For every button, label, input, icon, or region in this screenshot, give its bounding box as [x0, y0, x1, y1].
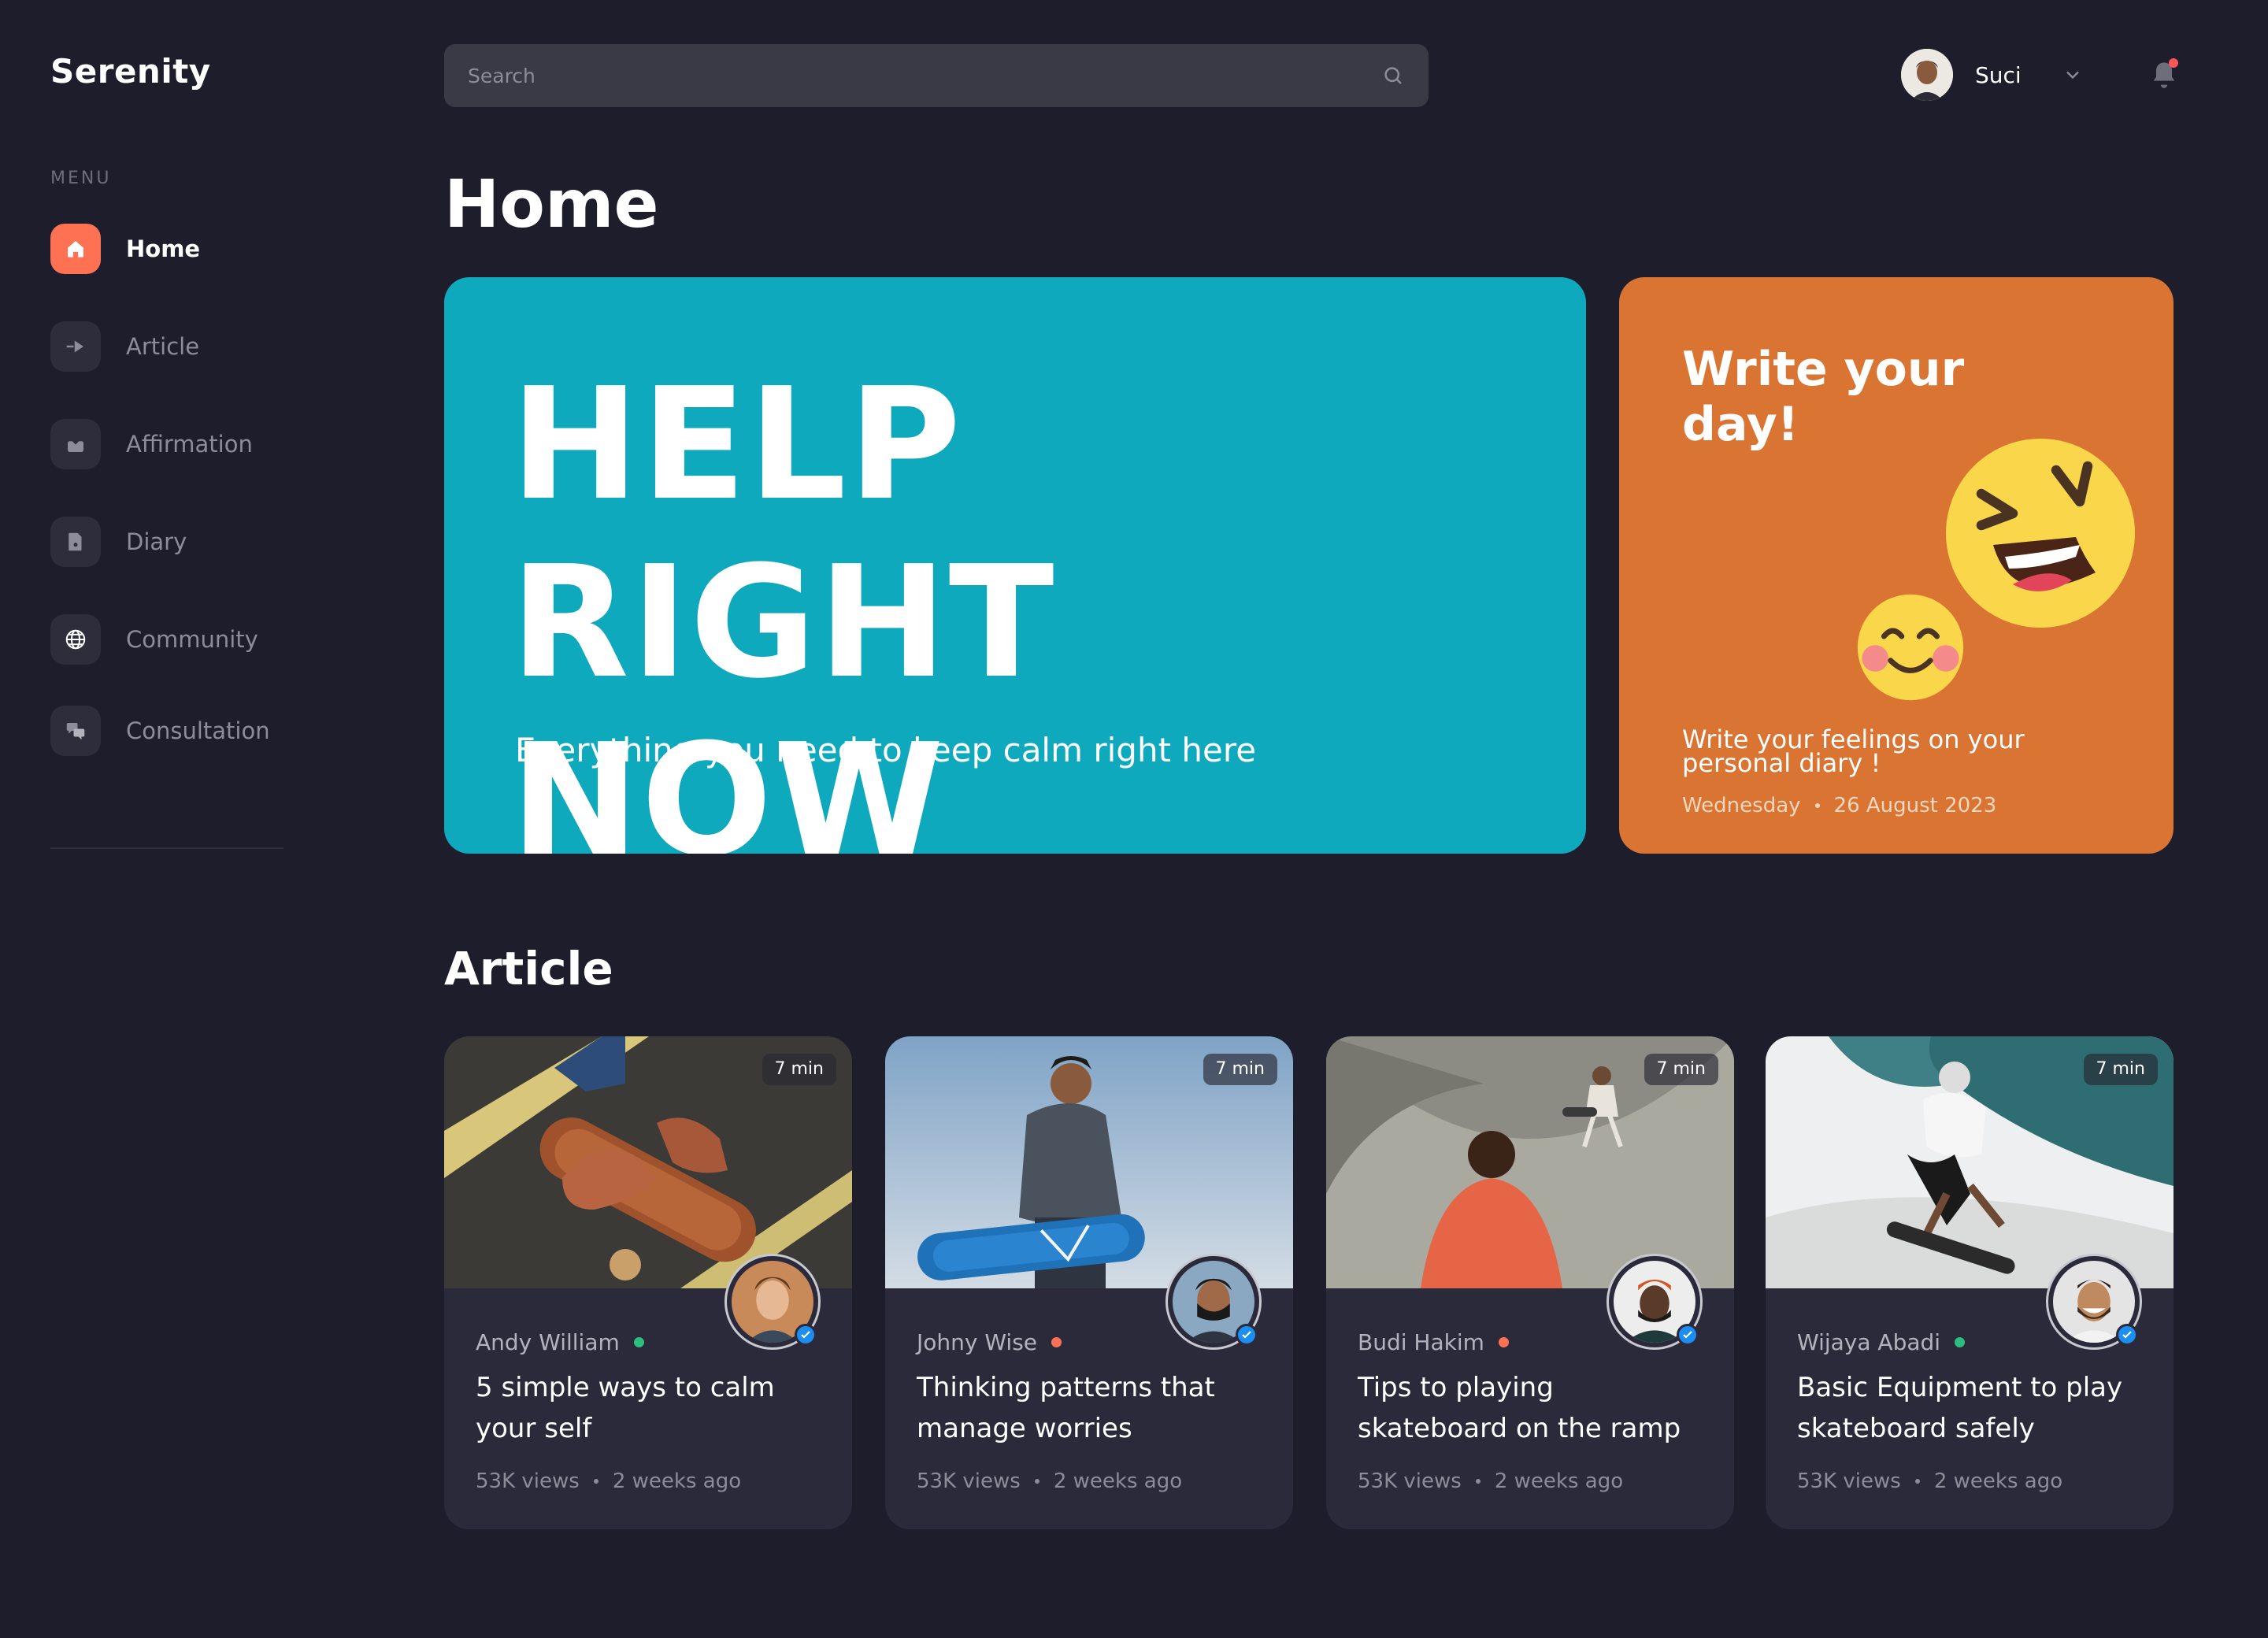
- author-avatar: [1606, 1254, 1703, 1350]
- article-section-title: Article: [444, 942, 613, 995]
- app-logo[interactable]: Serenity: [50, 52, 211, 91]
- separator-dot: [1914, 1479, 1920, 1484]
- author-name: Budi Hakim: [1358, 1329, 1484, 1355]
- article-time: 2 weeks ago: [1494, 1469, 1624, 1493]
- article-image: 7 min: [1326, 1036, 1734, 1288]
- smiling-emoji-icon: [1857, 594, 1964, 701]
- help-now-banner[interactable]: HELP RIGHT NOW Everything you need to ke…: [444, 277, 1586, 854]
- sidebar-item-label: Consultation: [126, 717, 270, 744]
- diary-day: Wednesday: [1682, 794, 1801, 817]
- sidebar-item-community[interactable]: Community: [50, 614, 258, 665]
- article-meta: 53K views 2 weeks ago: [1358, 1469, 1623, 1493]
- diary-card[interactable]: Write your day! Write your feelings on y…: [1619, 277, 2174, 854]
- separator-dot: [593, 1479, 598, 1484]
- article-card[interactable]: 7 min Budi Hakim Tips to playing skatebo…: [1326, 1036, 1734, 1529]
- search-icon[interactable]: [1381, 64, 1405, 87]
- author-status-dot: [1498, 1337, 1509, 1347]
- app-root: Serenity MENU Home Article Affirmation D…: [0, 0, 2268, 1638]
- affirmation-icon: [50, 419, 101, 469]
- separator-dot: [1814, 803, 1820, 808]
- sidebar-item-article[interactable]: Article: [50, 321, 199, 372]
- home-icon: [50, 224, 101, 274]
- sidebar-item-consultation[interactable]: Consultation: [50, 706, 270, 756]
- search-bar[interactable]: [444, 44, 1429, 107]
- article-views: 53K views: [476, 1469, 580, 1493]
- author-name: Johny Wise: [917, 1329, 1038, 1355]
- sidebar-item-label: Article: [126, 333, 200, 360]
- article-meta: 53K views 2 weeks ago: [1797, 1469, 2062, 1493]
- sidebar-item-label: Affirmation: [126, 431, 253, 458]
- notification-badge: [2169, 58, 2178, 68]
- article-image: 7 min: [885, 1036, 1293, 1288]
- sidebar-item-diary[interactable]: Diary: [50, 517, 187, 567]
- article-meta: 53K views 2 weeks ago: [917, 1469, 1182, 1493]
- author-row: Johny Wise: [917, 1329, 1062, 1355]
- verified-badge-icon: [1236, 1324, 1258, 1346]
- author-row: Andy William: [476, 1329, 644, 1355]
- globe-icon: [50, 614, 101, 665]
- author-avatar: [724, 1254, 821, 1350]
- search-input[interactable]: [468, 64, 1381, 87]
- sidebar-divider: [50, 847, 284, 849]
- sidebar-item-label: Home: [126, 235, 201, 262]
- article-title: Tips to playing skateboard on the ramp: [1358, 1372, 1681, 1444]
- article-icon: [50, 321, 101, 372]
- author-name: Andy William: [476, 1329, 620, 1355]
- article-image: 7 min: [444, 1036, 852, 1288]
- diary-date-value: 26 August 2023: [1833, 794, 1997, 817]
- diary-date: Wednesday 26 August 2023: [1682, 794, 1996, 817]
- verified-badge-icon: [795, 1324, 817, 1346]
- avatar: [1901, 49, 1953, 101]
- article-title: Thinking patterns that manage worries: [917, 1372, 1215, 1444]
- notification-bell-icon[interactable]: [2148, 58, 2180, 93]
- chevron-down-icon[interactable]: [2062, 64, 2084, 86]
- article-card[interactable]: 7 min Andy William 5 simple ways to calm…: [444, 1036, 852, 1529]
- article-card[interactable]: 7 min Wijaya Abadi Basic Equipment to pl…: [1766, 1036, 2174, 1529]
- duration-badge: 7 min: [1203, 1054, 1277, 1085]
- article-views: 53K views: [917, 1469, 1021, 1493]
- page-title: Home: [444, 165, 659, 243]
- menu-title: MENU: [50, 169, 112, 188]
- article-time: 2 weeks ago: [612, 1469, 742, 1493]
- article-views: 53K views: [1358, 1469, 1462, 1493]
- hero-title: HELP RIGHT NOW: [510, 355, 1056, 854]
- duration-badge: 7 min: [1644, 1054, 1718, 1085]
- author-status-dot: [633, 1337, 644, 1347]
- article-time: 2 weeks ago: [1933, 1469, 2063, 1493]
- chat-icon: [50, 706, 101, 756]
- author-status-dot: [1051, 1337, 1062, 1347]
- article-card[interactable]: 7 min Johny Wise Thinking patterns that …: [885, 1036, 1293, 1529]
- diary-text: Write your feelings on your personal dia…: [1682, 724, 2025, 778]
- author-avatar: [2046, 1254, 2142, 1350]
- article-image: 7 min: [1766, 1036, 2174, 1288]
- sidebar-item-affirmation[interactable]: Affirmation: [50, 419, 253, 469]
- duration-badge: 7 min: [762, 1054, 836, 1085]
- verified-badge-icon: [2116, 1324, 2138, 1346]
- author-name: Wijaya Abadi: [1797, 1329, 1941, 1355]
- article-title: 5 simple ways to calm your self: [476, 1372, 775, 1444]
- article-title: Basic Equipment to play skateboard safel…: [1797, 1372, 2123, 1444]
- sidebar-item-label: Community: [126, 626, 258, 653]
- user-name: Suci: [1975, 61, 2022, 88]
- author-row: Wijaya Abadi: [1797, 1329, 1966, 1355]
- separator-dot: [1034, 1479, 1040, 1484]
- article-views: 53K views: [1797, 1469, 1901, 1493]
- sidebar-item-label: Diary: [126, 528, 187, 555]
- article-meta: 53K views 2 weeks ago: [476, 1469, 741, 1493]
- duration-badge: 7 min: [2083, 1054, 2158, 1085]
- verified-badge-icon: [1677, 1324, 1699, 1346]
- laughing-emoji-icon: [1946, 439, 2135, 628]
- diary-icon: [50, 517, 101, 567]
- sidebar-item-home[interactable]: Home: [50, 224, 200, 274]
- user-menu[interactable]: Suci: [1901, 49, 2084, 101]
- author-avatar: [1166, 1254, 1262, 1350]
- article-time: 2 weeks ago: [1053, 1469, 1183, 1493]
- author-status-dot: [1955, 1337, 1966, 1347]
- hero-subtitle: Everything you need to keep calm right h…: [515, 731, 1257, 769]
- separator-dot: [1475, 1479, 1480, 1484]
- author-row: Budi Hakim: [1358, 1329, 1509, 1355]
